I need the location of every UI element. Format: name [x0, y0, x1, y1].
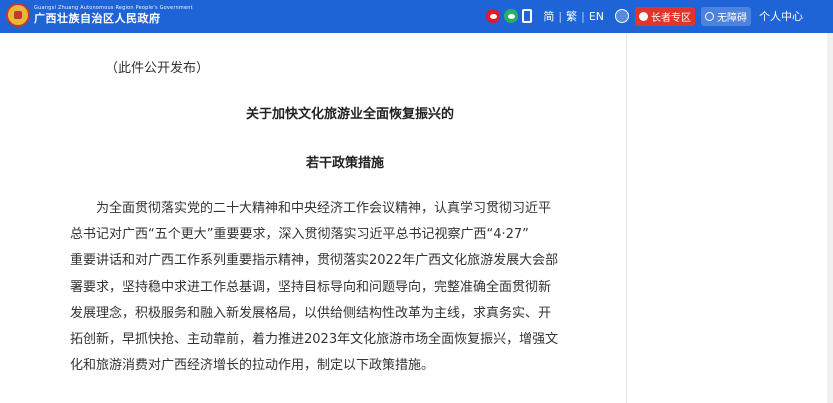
accessibility-label: 无障碍: [717, 12, 747, 24]
lang-traditional[interactable]: 繁: [566, 8, 577, 24]
body-line: 化和旅游消费对广西经济增长的拉动作用，制定以下政策措施。: [70, 358, 435, 374]
site-logo[interactable]: Guangxi Zhuang Autonomous Region People'…: [6, 3, 193, 27]
accessibility-button[interactable]: 无障碍: [701, 6, 751, 26]
publish-notice: （此件公开发布）: [105, 61, 210, 76]
article-body-paragraph: 为全面贯彻落实党的二十大精神和中央经济工作会议精神，认真学习贯彻习近平 总书记对…: [70, 196, 622, 379]
body-line: 总书记对广西“五个更大”重要要求，深入贯彻落实习近平总书记视察广西“4·27”: [70, 227, 529, 243]
content-divider: [626, 33, 627, 403]
article-title-line1: 关于加快文化旅游业全面恢复振兴的: [245, 107, 454, 122]
site-name: 广西壮族自治区人民政府: [34, 12, 161, 25]
top-header-bar: Guangxi Zhuang Autonomous Region People'…: [0, 0, 833, 33]
wheelchair-icon: [705, 11, 714, 21]
elder-mode-label: 长者专区: [651, 12, 691, 24]
logo-text: Guangxi Zhuang Autonomous Region People'…: [34, 5, 193, 25]
body-line: 发展理念，积极服务和融入新发展格局，以供给侧结构性改革为主线，求真务实、开: [70, 305, 552, 321]
user-center-link[interactable]: 个人中心: [759, 8, 803, 24]
weibo-icon[interactable]: [486, 9, 501, 23]
elder-mode-button[interactable]: 长者专区: [635, 6, 695, 26]
header-toolbar: 简 | 繁 | EN 长者专区 无障碍 个人中心: [486, 6, 803, 26]
national-emblem-icon: [6, 3, 30, 27]
article-title-line2: 若干政策措施: [305, 156, 384, 171]
body-line: 为全面贯彻落实党的二十大精神和中央经济工作会议精神，认真学习贯彻习近平: [96, 201, 552, 216]
lang-english[interactable]: EN: [589, 10, 604, 23]
separator: |: [581, 9, 585, 23]
separator: |: [558, 9, 563, 23]
body-line: 署要求，坚持稳中求进工作总基调，坚持目标导向和问题导向，完整准确全面贯彻新: [70, 279, 552, 295]
wechat-icon[interactable]: [504, 9, 519, 23]
elder-icon: [639, 11, 648, 21]
lang-simplified[interactable]: 简: [543, 8, 554, 24]
body-line: 拓创新，早抓快抢、主动靠前，着力推进2023年文化旅游市场全面恢复振兴，增强文: [70, 332, 559, 348]
accessibility-icon[interactable]: [615, 9, 629, 23]
scrollbar[interactable]: [827, 33, 833, 403]
body-line: 重要讲话和对广西工作系列重要指示精神，贯彻落实2022年广西文化旅游发展大会部: [70, 253, 559, 269]
mobile-icon[interactable]: [522, 9, 533, 23]
site-name-en: Guangxi Zhuang Autonomous Region People'…: [34, 5, 193, 11]
